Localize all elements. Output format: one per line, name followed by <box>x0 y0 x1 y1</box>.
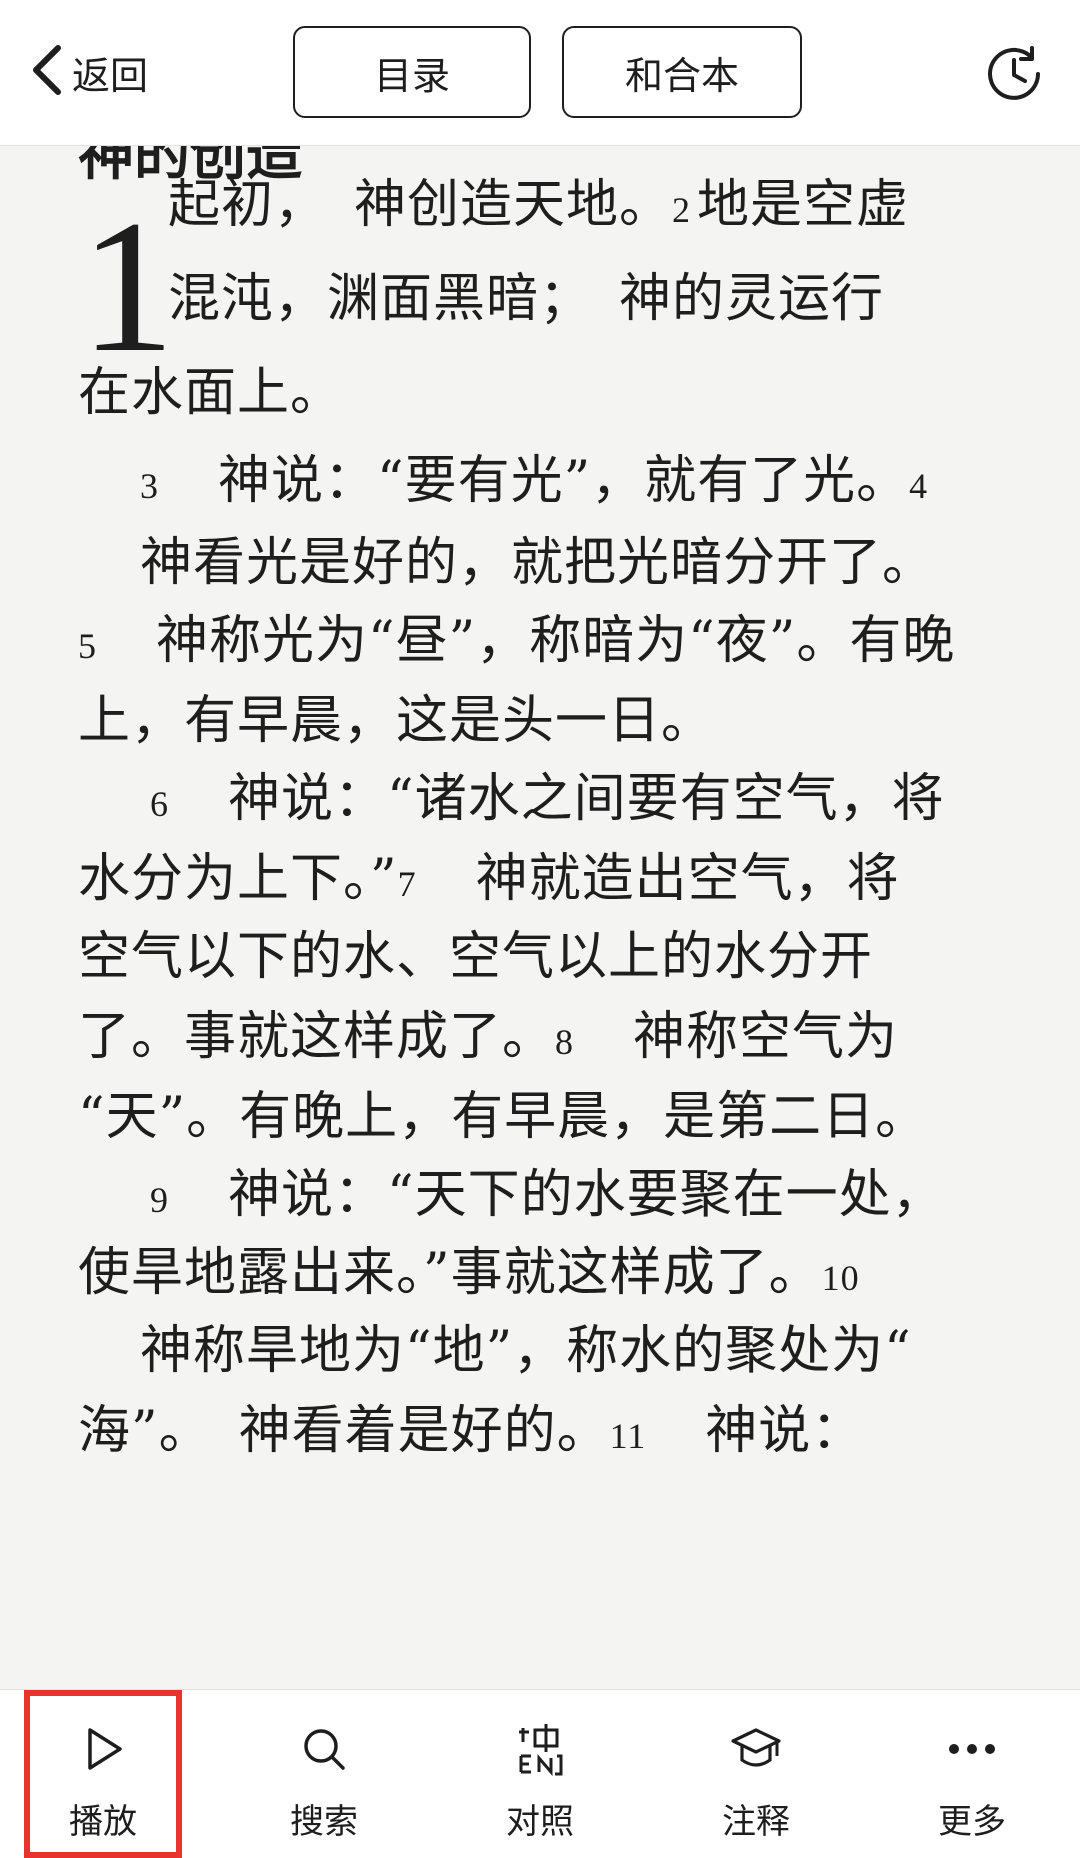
verse-text: 神称光为“昼”，称暗为“夜”。有晚 <box>103 611 956 671</box>
graduation-cap-icon <box>729 1722 783 1776</box>
back-label: 返回 <box>72 53 149 98</box>
verse-text: 神说：“诸水之间要有空气，将 <box>175 769 945 829</box>
verse-text: 使旱地露出来。”事就这样成了。 <box>78 1243 822 1303</box>
bottom-toolbar: 播放 搜索 对照 注释 更多 <box>0 1689 1080 1858</box>
more-dots-icon <box>945 1722 999 1776</box>
notes-tab[interactable]: 注释 <box>648 1690 864 1858</box>
compare-tab[interactable]: 对照 <box>432 1690 648 1858</box>
history-button[interactable] <box>982 42 1046 106</box>
search-icon <box>297 1722 351 1776</box>
verse-number: 3 <box>140 466 159 506</box>
back-button[interactable]: 返回 <box>26 36 148 108</box>
verse-text: 神称空气为 <box>580 1007 899 1067</box>
verse-line: 海”。 神看着是好的。11 神说： <box>78 1384 1006 1483</box>
verse-text: 海”。 神看着是好的。 <box>78 1401 610 1461</box>
play-label: 播放 <box>69 1802 137 1842</box>
top-header: 返回 目录 和合本 <box>0 0 1080 146</box>
verse-number: 10 <box>821 1258 860 1298</box>
verse-number: 2 <box>672 190 692 230</box>
verse-number: 7 <box>397 864 417 904</box>
verse-number: 6 <box>150 784 169 824</box>
version-button[interactable]: 和合本 <box>562 26 802 118</box>
catalog-button[interactable]: 目录 <box>293 26 531 118</box>
compare-label: 对照 <box>506 1802 574 1842</box>
verse-text: 在水面上。 <box>78 363 344 423</box>
verse-text: 空气以下的水、空气以上的水分开 <box>78 927 874 987</box>
more-label: 更多 <box>938 1802 1006 1842</box>
notes-label: 注释 <box>722 1802 790 1842</box>
search-label: 搜索 <box>290 1802 358 1842</box>
verse-text: “天”。有晚上，有早晨，是第二日。 <box>78 1087 929 1147</box>
scripture-reader[interactable]: 神的创造 1 起初， 神创造天地。2 地是空虚 混沌，渊面黑暗； 神的灵运行 在水面上… <box>0 146 1080 1689</box>
verse-text: 神说： <box>652 1401 865 1461</box>
verse-number: 9 <box>150 1180 169 1220</box>
play-tab[interactable]: 播放 <box>24 1690 182 1858</box>
verse-text: 神说：“天下的水要聚在一处， <box>175 1165 945 1225</box>
verse-text: 神称旱地为“地”，称水的聚处为“ <box>140 1321 912 1381</box>
play-icon <box>76 1722 130 1776</box>
history-icon <box>982 46 1046 110</box>
chevron-left-icon <box>26 40 66 104</box>
verse-line: 混沌，渊面黑暗； 神的灵运行 <box>168 252 1080 346</box>
verse-text: 混沌，渊面黑暗； 神的灵运行 <box>168 269 885 329</box>
more-tab[interactable]: 更多 <box>864 1690 1080 1858</box>
verse-text: 神说：“要有光”，就有了光。 <box>165 451 910 511</box>
verse-text: 了。事就这样成了。 <box>78 1007 556 1067</box>
verse-text: 水分为上下。” <box>78 849 398 909</box>
verse-text: 神看光是好的，就把光暗分开了。 <box>140 533 936 593</box>
verse-text: 上，有早晨，这是头一日。 <box>78 691 715 751</box>
verse-text: 神就造出空气，将 <box>422 849 900 909</box>
verse-number: 5 <box>78 626 97 666</box>
compare-icon <box>513 1722 567 1777</box>
verse-line: 在水面上。 <box>78 346 1006 440</box>
verse-line: 起初， 神创造天地。2 地是空虚 <box>168 158 1080 257</box>
verse-text: 起初， 神创造天地。 <box>168 175 673 235</box>
search-tab[interactable]: 搜索 <box>216 1690 432 1858</box>
verse-number: 11 <box>609 1416 647 1456</box>
verse-number: 4 <box>909 466 929 506</box>
verse-number: 8 <box>555 1022 575 1062</box>
verse-text: 地是空虚 <box>697 175 910 235</box>
